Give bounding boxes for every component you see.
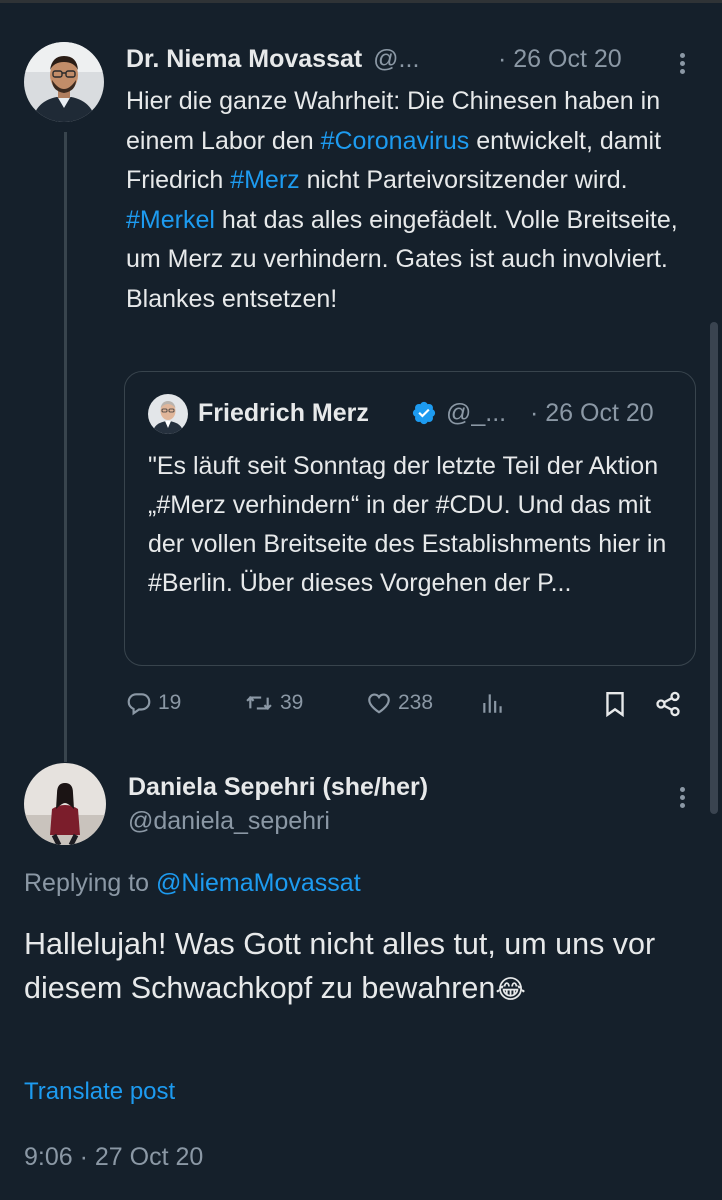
quote-author-avatar [148, 394, 188, 434]
author-avatar[interactable] [24, 42, 104, 122]
reply-button[interactable]: 19 [126, 690, 181, 716]
top-divider [0, 0, 722, 3]
author-handle[interactable]: @... [373, 45, 419, 73]
replying-to-handle[interactable]: @NiemaMovassat [156, 869, 361, 897]
replying-to: Replying to @NiemaMovassat [24, 866, 361, 900]
more-icon[interactable] [679, 50, 685, 77]
translate-post-link[interactable]: Translate post [24, 1076, 175, 1108]
tweet-text-segment: nicht Parteivorsitzender wird. [299, 166, 628, 194]
views-icon [480, 690, 506, 716]
tweet-body: Hier die ganze Wahrheit: Die Chinesen ha… [126, 82, 686, 319]
like-button[interactable]: 238 [366, 690, 433, 716]
views-button[interactable] [480, 690, 506, 716]
reply-icon [126, 690, 152, 716]
repost-count: 39 [280, 691, 304, 714]
like-count: 238 [398, 691, 434, 714]
share-icon [654, 690, 682, 718]
bookmark-button[interactable] [602, 690, 628, 718]
quote-header: Friedrich Merz [198, 396, 369, 430]
quote-date: · 26 Oct 20 [530, 399, 654, 427]
reply-body: Hallelujah! Was Gott nicht alles tut, um… [24, 922, 684, 1011]
laughing-tears-emoji: 😂 [495, 974, 526, 1004]
reply-author-avatar[interactable] [24, 763, 106, 845]
repost-icon [244, 690, 274, 716]
verified-badge-icon [411, 400, 437, 426]
thread-connector-line [64, 132, 67, 762]
scrollbar[interactable] [710, 322, 718, 814]
author-name[interactable]: Dr. Niema Movassat [126, 45, 362, 73]
like-icon [366, 690, 392, 716]
reply-more-icon[interactable] [679, 784, 685, 811]
quote-body: "Es läuft seit Sonntag der letzte Teil d… [148, 452, 667, 597]
hashtag-link[interactable]: #Coronavirus [321, 127, 470, 155]
hashtag-link[interactable]: #Merkel [126, 206, 215, 234]
hashtag-link[interactable]: #Merz [230, 166, 299, 194]
reply-author-name[interactable]: Daniela Sepehri (she/her) [128, 770, 428, 804]
replying-to-label: Replying to [24, 869, 150, 897]
reply-body-text: Hallelujah! Was Gott nicht alles tut, um… [24, 927, 656, 1005]
reply-count: 19 [158, 691, 182, 714]
bookmark-icon [602, 690, 628, 718]
quote-author-name: Friedrich Merz [198, 399, 369, 427]
quote-author-handle: @_... [446, 399, 507, 427]
share-button[interactable] [654, 690, 682, 718]
tweet-date[interactable]: · 26 Oct 20 [498, 42, 622, 76]
repost-button[interactable]: 39 [244, 690, 303, 716]
reply-author-handle[interactable]: @daniela_sepehri [128, 804, 330, 838]
reply-timestamp[interactable]: 9:06 · 27 Oct 20 [24, 1140, 203, 1174]
